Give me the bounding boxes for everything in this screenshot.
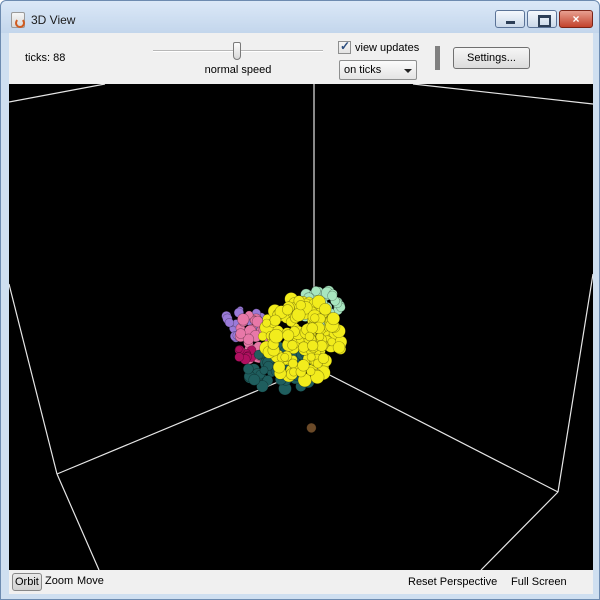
agent-sphere-yellow [281,304,293,316]
box-edge-right-wall [557,273,593,493]
agent-sphere-yellow [326,312,340,326]
agent-sphere-yellow [332,341,346,354]
close-button[interactable]: × [559,10,593,28]
agent-sphere-yellow [304,331,315,342]
agent-sphere-yellow [307,340,319,352]
agent-sphere-teal [242,363,254,375]
speed-label: normal speed [204,64,272,76]
agent-sphere-mint [327,290,338,301]
agent-sphere-yellow [306,352,316,362]
close-icon: × [572,12,580,26]
window: 3D View × ticks: 88 normal speed ✓ view … [0,0,600,600]
3d-scene [9,84,593,570]
view-updates-label[interactable]: view updates [355,42,419,54]
title-bar[interactable]: 3D View × [1,1,599,33]
agent-sphere-yellow [310,313,320,323]
update-mode-value: on ticks [344,64,382,76]
orbit-mode-button[interactable]: Orbit [12,573,42,591]
reset-perspective-button[interactable]: Reset Perspective [408,576,497,588]
chevron-down-icon [404,69,412,73]
agent-sphere-yellow [297,359,310,372]
agent-sphere-pink [237,313,250,326]
box-edge-top-left [9,84,106,103]
agent-sphere-yellow [287,340,298,351]
speed-slider-thumb[interactable] [233,42,241,60]
agent-sphere-yellow [282,329,295,342]
zoom-mode-button[interactable]: Zoom [43,573,75,591]
agent-sphere-magenta [235,345,243,353]
box-edge-right-front [480,491,559,570]
agent-sphere-yellow [288,358,298,369]
agent-sphere-yellow [306,322,318,334]
box-edge-top-right [412,84,593,105]
agent-sphere-yellow [269,314,282,327]
3d-viewport[interactable] [9,84,593,570]
ticks-counter: ticks: 88 [25,52,66,64]
maximize-button[interactable] [527,10,557,28]
agent-sphere-yellow [262,318,271,328]
agent-sphere-teal [248,373,261,386]
agent-sphere-yellow [272,360,286,374]
move-mode-button[interactable]: Move [75,573,106,591]
view-updates-checkbox[interactable]: ✓ [338,39,351,54]
agent-sphere-brown [306,422,317,434]
box-edge-left-floor [56,366,315,475]
box-edge-left-front [56,473,100,570]
toolbar-separator [435,46,440,70]
settings-button[interactable]: Settings... [453,47,530,69]
agent-sphere-yellow [295,300,306,311]
bottom-bar: Orbit Zoom Move Reset Perspective Full S… [9,570,593,594]
agent-cluster [221,285,348,434]
agent-sphere-yellow [317,352,330,365]
agent-sphere-yellow [280,352,290,362]
agent-sphere-magenta [234,352,244,362]
minimize-button[interactable] [495,10,525,28]
agent-sphere-yellow [315,332,325,341]
agent-sphere-purple [224,318,235,328]
box-edge-right-floor [313,366,559,493]
full-screen-button[interactable]: Full Screen [511,576,567,588]
agent-sphere-yellow [319,303,332,316]
agent-sphere-yellow [291,307,306,322]
java-cup-icon [11,12,25,28]
checkmark-icon: ✓ [340,39,351,53]
content-pane: ticks: 88 normal speed ✓ view updates on… [9,33,593,594]
box-edge-left-wall [9,283,58,475]
agent-sphere-teal [259,365,269,375]
update-mode-select[interactable]: on ticks [339,60,417,80]
agent-sphere-yellow [269,328,284,344]
agent-sphere-pink [235,328,246,339]
window-title: 3D View [31,13,76,27]
